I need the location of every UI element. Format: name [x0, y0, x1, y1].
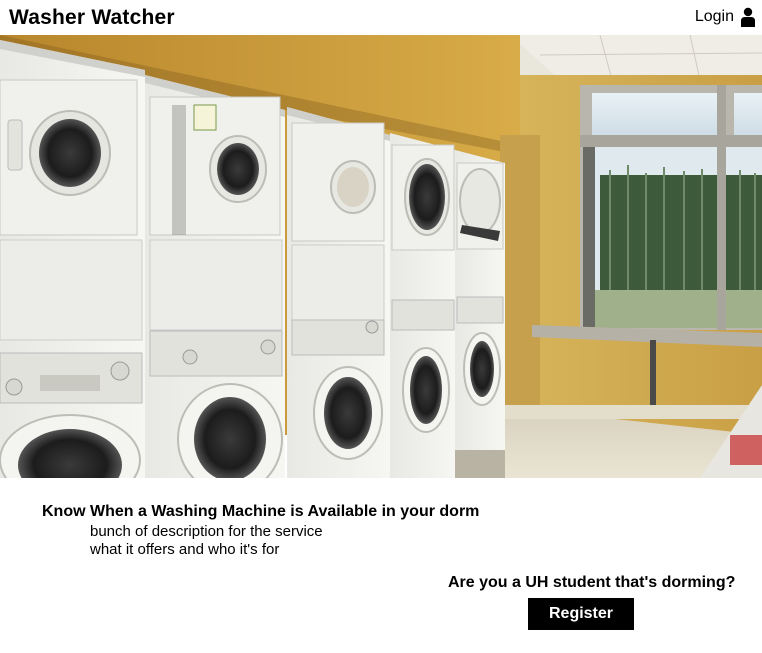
laundry-room-photo: [0, 35, 762, 478]
top-bar: Washer Watcher Login: [0, 0, 762, 35]
login-label[interactable]: Login: [695, 8, 734, 26]
headline: Know When a Washing Machine is Available…: [42, 503, 480, 520]
user-icon[interactable]: [740, 7, 756, 27]
landing-page: Washer Watcher Login Know When a Washing…: [0, 0, 762, 653]
student-question: Are you a UH student that's dorming?: [448, 574, 736, 591]
login-link[interactable]: Login: [695, 7, 756, 27]
register-button[interactable]: Register: [528, 598, 634, 630]
laundry-room-illustration: [0, 35, 762, 478]
description-line: bunch of description for the service: [90, 523, 323, 540]
brand-title: Washer Watcher: [9, 6, 175, 29]
description-line: what it offers and who it's for: [90, 541, 280, 558]
